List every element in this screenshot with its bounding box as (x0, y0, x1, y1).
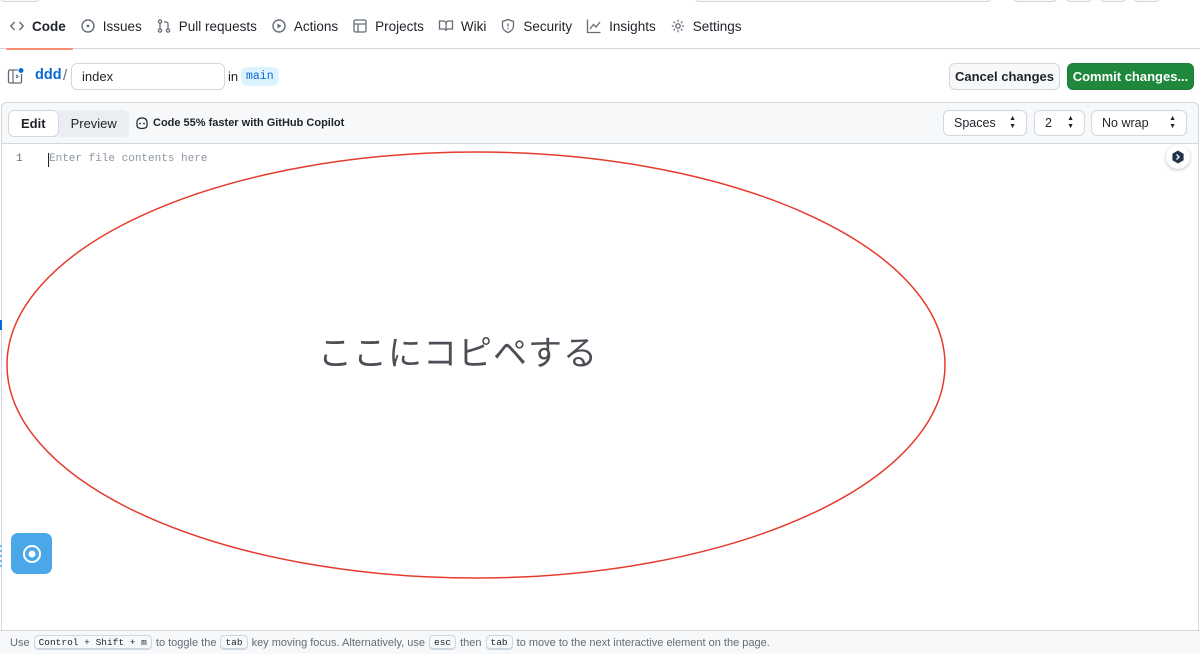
footer-kbd: tab (220, 635, 248, 650)
line-number: 1 (16, 153, 23, 165)
in-label: in (228, 69, 239, 84)
filename-input[interactable] (71, 63, 225, 90)
wrap-mode-value: No wrap (1102, 116, 1149, 130)
book-icon (438, 18, 454, 34)
search-remnant[interactable] (695, 0, 991, 2)
tab-projects[interactable]: Projects (349, 4, 435, 49)
tab-label: Pull requests (178, 18, 257, 34)
tab-label: Projects (375, 18, 424, 34)
commit-changes-button[interactable]: Commit changes... (1067, 63, 1194, 90)
code-editor: Edit Preview Code 55% faster with GitHub… (1, 102, 1199, 654)
footer-text: to move to the next interactive element … (516, 636, 770, 649)
indent-size-select[interactable]: 2 ▲ ▼ (1034, 110, 1085, 136)
footer-text: Use (10, 636, 30, 649)
tab-pull-requests[interactable]: Pull requests (153, 4, 268, 49)
code-icon (9, 18, 25, 34)
tab-wiki[interactable]: Wiki (435, 4, 498, 49)
record-icon (22, 544, 41, 563)
footer-kbd: esc (429, 635, 457, 650)
select-arrows-icon: ▲ ▼ (1067, 115, 1074, 130)
copilot-promo[interactable]: Code 55% faster with GitHub Copilot (135, 116, 344, 130)
path-separator: / (63, 67, 68, 84)
editor-placeholder[interactable]: Enter file contents here (49, 153, 207, 165)
editor-toolbar: Edit Preview Code 55% faster with GitHub… (2, 103, 1198, 144)
keyboard-hint-footer: Use Control + Shift + m to toggle the ta… (0, 630, 1200, 654)
tab-label: Issues (102, 18, 142, 34)
sidebar-expand-icon[interactable] (7, 67, 25, 85)
tab-settings[interactable]: Settings (667, 4, 753, 49)
indent-mode-select[interactable]: Spaces ▲ ▼ (943, 110, 1027, 136)
header-button-remnant[interactable] (1066, 0, 1092, 2)
tab-label: Code (32, 18, 66, 34)
tab-label: Actions (293, 18, 339, 34)
issue-icon (80, 18, 96, 34)
extension-badge-icon[interactable] (1166, 145, 1190, 169)
tab-label: Settings (692, 18, 742, 34)
tab-label: Wiki (460, 18, 487, 34)
select-arrows-icon: ▲ ▼ (1169, 115, 1176, 130)
footer-kbd: tab (485, 635, 513, 650)
footer-text: key moving focus. Alternatively, use (251, 636, 425, 649)
header-button-remnant[interactable] (1134, 0, 1160, 2)
edit-preview-toggle: Edit Preview (8, 110, 129, 137)
play-icon (271, 18, 287, 34)
pull-request-icon (156, 18, 172, 34)
header-button-remnant[interactable] (1013, 0, 1057, 2)
header-remnant (0, 0, 40, 2)
repo-nav: Code Issues Pull requests Actions Projec… (0, 4, 1200, 50)
cancel-changes-button[interactable]: Cancel changes (949, 63, 1060, 90)
indent-mode-value: Spaces (954, 116, 996, 130)
shield-icon (500, 18, 516, 34)
select-arrows-icon: ▲ ▼ (1009, 115, 1016, 130)
footer-text: then (460, 636, 482, 649)
annotation-text: ここにコピペする (318, 334, 598, 374)
tab-security[interactable]: Security (497, 4, 583, 49)
copilot-icon (135, 116, 149, 130)
tab-label: Security (523, 18, 573, 34)
file-path-bar: ddd / in main Cancel changes Commit chan… (0, 50, 1200, 102)
edge-marker (0, 320, 2, 330)
branch-label[interactable]: main (241, 67, 279, 86)
tab-code[interactable]: Code (6, 4, 77, 50)
gear-icon (670, 18, 686, 34)
repo-link[interactable]: ddd (35, 67, 62, 83)
wrap-mode-select[interactable]: No wrap ▲ ▼ (1091, 110, 1187, 136)
tab-label: Insights (609, 18, 656, 34)
tab-edit[interactable]: Edit (8, 110, 59, 137)
drag-handle-icon[interactable] (0, 545, 3, 570)
header-button-remnant[interactable] (1100, 0, 1126, 2)
tab-preview[interactable]: Preview (58, 110, 129, 137)
floating-record-button[interactable] (11, 533, 52, 574)
tab-actions[interactable]: Actions (268, 4, 349, 49)
tab-issues[interactable]: Issues (77, 4, 153, 49)
indent-size-value: 2 (1045, 116, 1052, 130)
footer-kbd: Control + Shift + m (33, 635, 152, 650)
graph-icon (586, 18, 602, 34)
copilot-promo-text: Code 55% faster with GitHub Copilot (153, 117, 345, 129)
tab-insights[interactable]: Insights (583, 4, 667, 49)
footer-text: to toggle the (155, 636, 217, 649)
table-icon (352, 18, 368, 34)
